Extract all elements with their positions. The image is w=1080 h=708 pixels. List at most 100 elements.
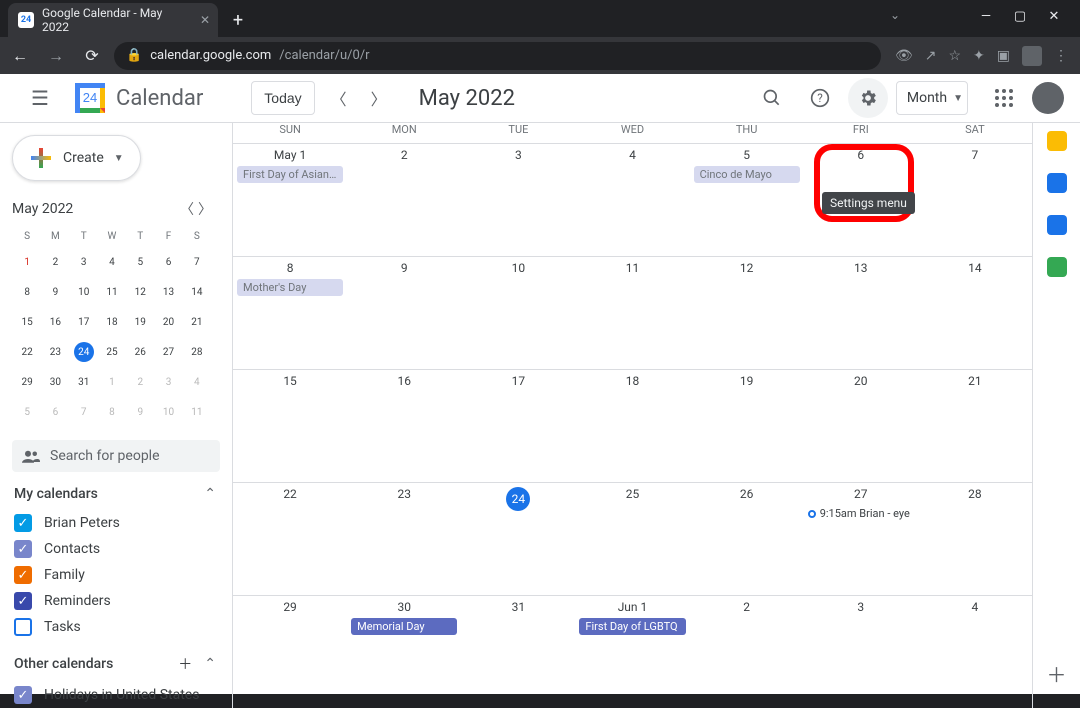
calendar-checkbox[interactable]: ✓ xyxy=(14,514,32,532)
mini-day-cell[interactable]: 4 xyxy=(184,368,210,396)
event-timed[interactable]: 9:15am Brian - eye xyxy=(808,507,914,520)
day-cell[interactable]: 26 xyxy=(690,483,804,595)
reload-button[interactable]: ⟳ xyxy=(78,42,106,70)
contacts-icon[interactable] xyxy=(1047,215,1067,235)
mini-prev-button[interactable]: 〈 xyxy=(180,199,194,219)
forward-button[interactable]: → xyxy=(42,42,70,70)
mini-day-cell[interactable]: 9 xyxy=(42,278,68,306)
minimize-icon[interactable]: — xyxy=(972,9,1000,24)
day-cell[interactable]: 19 xyxy=(690,370,804,482)
close-window-icon[interactable]: ✕ xyxy=(1040,9,1068,24)
day-cell[interactable]: 28 xyxy=(918,483,1032,595)
calendar-item[interactable]: ✓Reminders xyxy=(12,588,232,614)
mini-day-cell[interactable]: 25 xyxy=(99,338,125,366)
mini-day-cell[interactable]: 14 xyxy=(184,278,210,306)
calendar-checkbox[interactable]: ✓ xyxy=(14,566,32,584)
share-icon[interactable]: ↗ xyxy=(925,48,937,64)
day-cell[interactable]: 7 xyxy=(918,144,1032,256)
back-button[interactable]: ← xyxy=(6,42,34,70)
day-cell[interactable]: 21 xyxy=(918,370,1032,482)
mini-day-cell[interactable]: 2 xyxy=(127,368,153,396)
mini-day-cell[interactable]: 18 xyxy=(99,308,125,336)
mini-day-cell[interactable]: 21 xyxy=(184,308,210,336)
mini-day-cell[interactable]: 5 xyxy=(127,248,153,276)
google-apps-icon[interactable] xyxy=(984,78,1024,118)
calendar-item[interactable]: ✓Contacts xyxy=(12,536,232,562)
day-cell[interactable]: 5Cinco de Mayo xyxy=(690,144,804,256)
today-button[interactable]: Today xyxy=(251,81,314,115)
mini-day-cell[interactable]: 16 xyxy=(42,308,68,336)
profile-icon[interactable] xyxy=(1022,46,1042,66)
day-cell[interactable]: 30Memorial Day xyxy=(347,596,461,708)
day-cell[interactable]: 17 xyxy=(461,370,575,482)
mini-day-cell[interactable]: 8 xyxy=(99,398,125,426)
day-cell[interactable]: 4 xyxy=(918,596,1032,708)
help-icon[interactable]: ? xyxy=(800,78,840,118)
mini-day-cell[interactable]: 20 xyxy=(155,308,181,336)
day-cell[interactable]: 13 xyxy=(804,257,918,369)
day-cell[interactable]: 20 xyxy=(804,370,918,482)
mini-day-cell[interactable]: 1 xyxy=(14,248,40,276)
settings-icon[interactable] xyxy=(848,78,888,118)
mini-day-cell[interactable]: 31 xyxy=(71,368,97,396)
event-chip[interactable]: First Day of LGBTQ xyxy=(579,618,685,635)
event-chip[interactable]: Mother's Day xyxy=(237,279,343,296)
calendar-checkbox[interactable]: ✓ xyxy=(14,540,32,558)
star-icon[interactable]: ☆ xyxy=(948,48,961,64)
mini-day-cell[interactable]: 12 xyxy=(127,278,153,306)
calendar-item[interactable]: ✓Brian Peters xyxy=(12,510,232,536)
day-cell[interactable]: 18 xyxy=(575,370,689,482)
day-cell[interactable]: 25 xyxy=(575,483,689,595)
mini-next-button[interactable]: 〉 xyxy=(198,199,212,219)
event-chip[interactable]: First Day of Asian P xyxy=(237,166,343,183)
day-cell[interactable]: 3 xyxy=(804,596,918,708)
eye-icon[interactable]: 👁 xyxy=(895,48,913,64)
calendar-checkbox[interactable]: ✓ xyxy=(14,686,32,704)
day-cell[interactable]: 11 xyxy=(575,257,689,369)
mini-day-cell[interactable]: 4 xyxy=(99,248,125,276)
mini-day-cell[interactable]: 22 xyxy=(14,338,40,366)
new-tab-button[interactable]: + xyxy=(224,6,252,34)
mini-day-cell[interactable]: 10 xyxy=(155,398,181,426)
other-calendars-section[interactable]: Other calendars ＋ ⌃ xyxy=(12,640,232,682)
mini-day-cell[interactable]: 27 xyxy=(155,338,181,366)
keep-icon[interactable] xyxy=(1047,131,1067,151)
mini-day-cell[interactable]: 13 xyxy=(155,278,181,306)
mini-day-cell[interactable]: 10 xyxy=(71,278,97,306)
mini-day-cell[interactable]: 5 xyxy=(14,398,40,426)
mini-day-cell[interactable]: 7 xyxy=(184,248,210,276)
mini-day-cell[interactable]: 9 xyxy=(127,398,153,426)
day-cell[interactable]: 31 xyxy=(461,596,575,708)
day-cell[interactable]: 22 xyxy=(233,483,347,595)
mini-day-cell[interactable]: 6 xyxy=(155,248,181,276)
day-cell[interactable]: 4 xyxy=(575,144,689,256)
mini-day-cell[interactable]: 29 xyxy=(14,368,40,396)
mini-day-cell[interactable]: 3 xyxy=(71,248,97,276)
mini-day-cell[interactable]: 28 xyxy=(184,338,210,366)
day-cell[interactable]: May 1First Day of Asian P xyxy=(233,144,347,256)
mini-day-cell[interactable]: 2 xyxy=(42,248,68,276)
day-cell[interactable]: 29 xyxy=(233,596,347,708)
calendar-item[interactable]: ✓Holidays in United States xyxy=(12,682,232,708)
mini-day-cell[interactable]: 23 xyxy=(42,338,68,366)
day-cell[interactable]: 10 xyxy=(461,257,575,369)
maximize-icon[interactable]: ▢ xyxy=(1006,9,1034,24)
mini-day-cell[interactable]: 26 xyxy=(127,338,153,366)
day-cell[interactable]: 16 xyxy=(347,370,461,482)
day-cell[interactable]: 24 xyxy=(461,483,575,595)
day-cell[interactable]: 15 xyxy=(233,370,347,482)
add-addon-icon[interactable]: ＋ xyxy=(1047,659,1067,688)
tabs-dropdown-icon[interactable]: ⌄ xyxy=(890,8,900,22)
event-chip[interactable]: Memorial Day xyxy=(351,618,457,635)
create-button[interactable]: Create ▼ xyxy=(12,135,141,181)
mini-day-cell[interactable]: 11 xyxy=(99,278,125,306)
calendar-item[interactable]: Tasks xyxy=(12,614,232,640)
day-cell[interactable]: 23 xyxy=(347,483,461,595)
day-cell[interactable]: 12 xyxy=(690,257,804,369)
maps-icon[interactable] xyxy=(1047,257,1067,277)
calendar-checkbox[interactable] xyxy=(14,618,32,636)
mini-day-cell[interactable]: 6 xyxy=(42,398,68,426)
mini-day-cell[interactable]: 1 xyxy=(99,368,125,396)
day-cell[interactable]: 3 xyxy=(461,144,575,256)
mini-day-cell[interactable]: 17 xyxy=(71,308,97,336)
